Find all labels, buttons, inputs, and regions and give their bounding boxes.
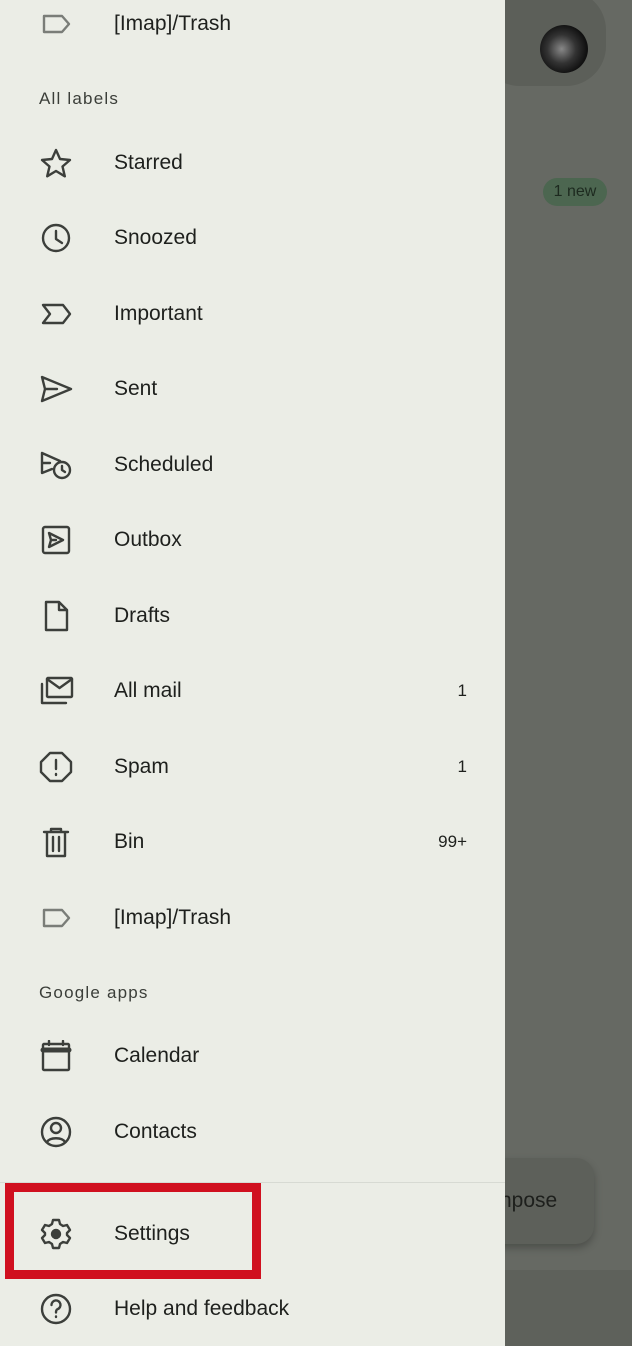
- drawer-item-label: All mail: [114, 679, 182, 702]
- draft-icon: [38, 600, 74, 632]
- drawer-item-bin[interactable]: Bin 99+: [0, 812, 505, 872]
- google-apps-header: Google apps: [39, 983, 149, 1002]
- drawer-item-label: Spam: [114, 755, 169, 778]
- drawer-item-snoozed[interactable]: Snoozed: [0, 208, 505, 268]
- label-icon: [38, 8, 74, 40]
- drawer-item-label: Important: [114, 302, 203, 325]
- label-icon: [38, 902, 74, 934]
- drawer-item-imap-trash-top[interactable]: [Imap]/Trash: [0, 0, 505, 54]
- drawer-item-drafts[interactable]: Drafts: [0, 586, 505, 646]
- drawer-item-label: Drafts: [114, 604, 171, 627]
- compose-label: npose: [500, 1189, 558, 1212]
- navigation-drawer: [Imap]/Trash All labels Starred Snoozed …: [0, 0, 505, 1346]
- all-labels-header: All labels: [39, 89, 120, 108]
- drawer-item-label: Sent: [114, 377, 158, 400]
- star-icon: [38, 147, 74, 179]
- drawer-item-label: Calendar: [114, 1044, 200, 1067]
- clock-icon: [38, 222, 74, 254]
- unread-count: 99+: [438, 832, 467, 851]
- drawer-item-label: Help and feedback: [114, 1297, 290, 1320]
- drawer-item-all-mail[interactable]: All mail 1: [0, 661, 505, 721]
- scheduled-icon: [38, 449, 74, 481]
- unread-count: 1: [457, 757, 467, 776]
- drawer-item-label: Snoozed: [114, 226, 197, 249]
- help-icon: [38, 1293, 74, 1325]
- drawer-item-label: [Imap]/Trash: [114, 12, 232, 35]
- unread-count: 1: [457, 681, 467, 700]
- spam-icon: [38, 751, 74, 783]
- drawer-item-outbox[interactable]: Outbox: [0, 510, 505, 570]
- drawer-item-contacts[interactable]: Contacts: [0, 1102, 505, 1162]
- drawer-item-label: Contacts: [114, 1120, 197, 1143]
- drawer-item-label: Bin: [114, 830, 145, 853]
- drawer-item-label: Starred: [114, 151, 183, 174]
- contacts-icon: [38, 1116, 74, 1148]
- drawer-item-important[interactable]: Important: [0, 284, 505, 344]
- important-icon: [38, 298, 74, 330]
- settings-highlight-box: [5, 1183, 261, 1279]
- drawer-item-imap-trash[interactable]: [Imap]/Trash: [0, 888, 505, 948]
- all-mail-icon: [38, 675, 74, 707]
- drawer-item-spam[interactable]: Spam 1: [0, 737, 505, 797]
- drawer-item-label: Scheduled: [114, 453, 214, 476]
- drawer-item-label: [Imap]/Trash: [114, 906, 232, 929]
- drawer-item-scheduled[interactable]: Scheduled: [0, 435, 505, 495]
- drawer-item-label: Outbox: [114, 528, 182, 551]
- drawer-item-sent[interactable]: Sent: [0, 359, 505, 419]
- new-badge: 1 new: [543, 178, 607, 206]
- avatar[interactable]: [540, 25, 588, 73]
- drawer-item-help-feedback[interactable]: Help and feedback: [0, 1279, 505, 1339]
- send-icon: [38, 373, 74, 405]
- drawer-item-starred[interactable]: Starred: [0, 133, 505, 193]
- calendar-icon: [38, 1039, 74, 1072]
- outbox-icon: [38, 524, 74, 556]
- trash-icon: [38, 826, 74, 858]
- drawer-item-calendar[interactable]: Calendar: [0, 1026, 505, 1086]
- bottom-nav-background: [505, 1270, 632, 1346]
